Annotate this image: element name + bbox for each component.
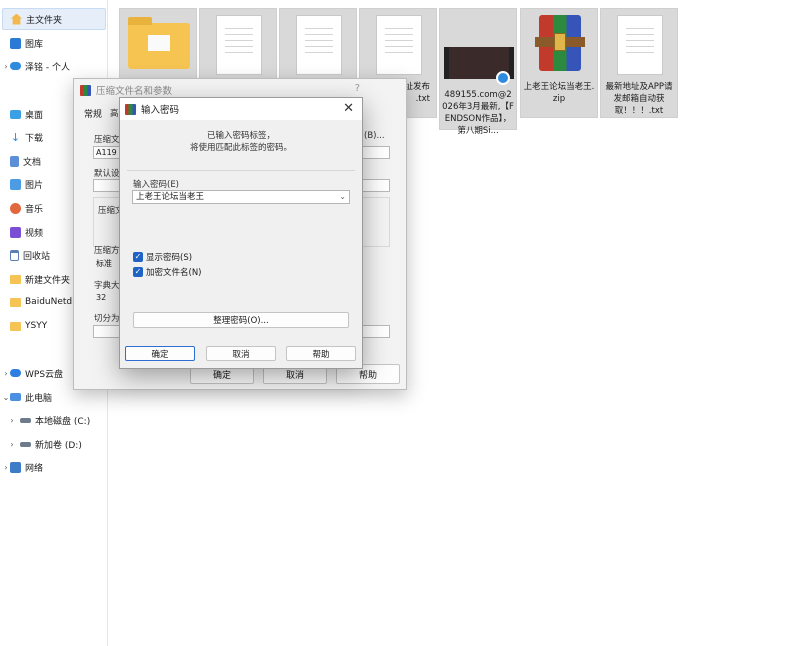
sidebar-item-label: 泽铭 - 个人 <box>25 62 70 73</box>
message-line: 已输入密码标签， <box>206 131 275 141</box>
sidebar-item-recycle-bin[interactable]: 回收站 <box>2 244 50 266</box>
document-icon <box>216 15 262 75</box>
folder-icon <box>128 17 190 69</box>
sidebar-item-label: 主文件夹 <box>26 15 63 26</box>
home-icon <box>11 13 22 25</box>
sidebar-item-music[interactable]: 音乐 <box>2 197 43 219</box>
sidebar-item-gallery[interactable]: 图库 <box>2 32 43 54</box>
enter-password-dialog: 输入密码 ✕ 已输入密码标签， 将使用匹配此标签的密码。 输入密码(E) 上老王… <box>119 97 363 369</box>
tab-general[interactable]: 常规 <box>84 107 102 120</box>
document-icon <box>617 15 663 75</box>
file-name: 最新地址及APP请发邮箱自动获取！！！.txt <box>605 82 673 116</box>
close-icon[interactable]: ✕ <box>343 101 354 117</box>
videos-icon <box>10 226 21 238</box>
winrar-icon <box>80 84 91 96</box>
sidebar-item-home[interactable]: 主文件夹 <box>2 8 106 30</box>
sidebar-item-documents[interactable]: 文档 <box>2 150 41 172</box>
checkbox-checked-icon[interactable]: ✓ <box>133 267 143 277</box>
sidebar-item-drive-c[interactable]: › 本地磁盘 (C:) <box>8 409 90 431</box>
help-button[interactable]: 帮助 <box>286 346 356 361</box>
chevron-right-icon[interactable]: › <box>8 416 16 425</box>
sidebar-item-label: 视频 <box>25 228 44 239</box>
drive-icon <box>20 441 31 447</box>
sidebar-item-label: 新建文件夹 <box>25 275 71 286</box>
sidebar-item-label: WPS云盘 <box>25 369 64 380</box>
sidebar-item-label: 音乐 <box>25 204 44 215</box>
document-icon <box>296 15 342 75</box>
encrypt-filenames-checkbox[interactable]: ✓ 加密文件名(N) <box>133 266 202 278</box>
chevron-right-icon[interactable]: › <box>2 62 10 71</box>
sidebar-item-label: 回收站 <box>23 251 51 262</box>
file-item-archive[interactable]: 上老王论坛当老王.zip <box>520 8 598 118</box>
cancel-button[interactable]: 取消 <box>206 346 276 361</box>
organize-passwords-button[interactable]: 整理密码(O)... <box>133 312 349 328</box>
sidebar-item-downloads[interactable]: ↓ 下载 <box>2 126 43 148</box>
sidebar-item-label: 图库 <box>25 39 44 50</box>
sidebar-item-label: YSYY <box>25 321 48 331</box>
gallery-icon <box>10 37 21 49</box>
sidebar-item-label: 网络 <box>25 463 44 474</box>
sidebar-item-wps-cloud[interactable]: › WPS云盘 <box>2 362 63 384</box>
sidebar-item-drive-d[interactable]: › 新加卷 (D:) <box>8 433 82 455</box>
dialog-title: 压缩文件名和参数 <box>96 86 173 97</box>
chevron-down-icon[interactable]: ⌄ <box>2 393 10 402</box>
download-icon: ↓ <box>10 130 21 144</box>
browse-button[interactable]: (B)... <box>364 131 385 141</box>
sidebar-item-label: 桌面 <box>25 110 44 121</box>
winrar-icon <box>125 103 136 115</box>
ok-button[interactable]: 确定 <box>125 346 195 361</box>
sidebar-item-pictures[interactable]: 图片 <box>2 173 43 195</box>
help-icon[interactable]: ? <box>355 83 360 94</box>
file-name: 上老王论坛当老王.zip <box>523 82 595 104</box>
checkbox-label: 显示密码(S) <box>146 253 193 263</box>
chevron-right-icon[interactable]: › <box>2 369 10 378</box>
password-message: 已输入密码标签， 将使用匹配此标签的密码。 <box>120 130 362 154</box>
chevron-right-icon[interactable]: › <box>8 440 16 449</box>
sidebar-item-label: 图片 <box>25 180 44 191</box>
message-line: 将使用匹配此标签的密码。 <box>189 143 292 153</box>
dialog-titlebar: 输入密码 <box>120 98 362 120</box>
tab-advanced[interactable]: 高 <box>110 107 119 119</box>
sidebar-item-onedrive[interactable]: › 泽铭 - 个人 <box>2 55 70 77</box>
sidebar-item-label: 文档 <box>23 157 42 168</box>
checkbox-checked-icon[interactable]: ✓ <box>133 252 143 262</box>
dialog-title: 输入密码 <box>141 105 180 116</box>
documents-icon <box>10 155 19 167</box>
checkbox-label: 加密文件名(N) <box>146 268 202 278</box>
password-input[interactable]: 上老王论坛当老王 ⌄ <box>132 190 350 204</box>
sidebar-item-label: 下载 <box>25 133 44 144</box>
show-password-checkbox[interactable]: ✓ 显示密码(S) <box>133 251 192 263</box>
pictures-icon <box>10 178 21 190</box>
sidebar-item-label: 此电脑 <box>25 393 53 404</box>
sidebar-item-network[interactable]: › 网络 <box>2 456 43 478</box>
drive-icon <box>20 417 31 423</box>
sidebar-item-label: 新加卷 (D:) <box>35 440 82 451</box>
file-item-document[interactable]: 最新地址及APP请发邮箱自动获取！！！.txt <box>600 8 678 118</box>
document-icon <box>376 15 422 75</box>
password-value: 上老王论坛当老王 <box>136 192 205 202</box>
recycle-bin-icon <box>10 249 19 261</box>
sync-icon <box>496 71 510 85</box>
folder-icon <box>10 274 21 284</box>
file-name: 489155.com@2026年3月最新,【FENDSON作品】，第八期Si..… <box>442 90 514 136</box>
sidebar-item-label: 本地磁盘 (C:) <box>35 416 91 427</box>
folder-icon <box>10 321 21 331</box>
wps-cloud-icon <box>10 369 21 377</box>
chevron-down-icon[interactable]: ⌄ <box>339 191 346 203</box>
file-item-video[interactable]: 489155.com@2026年3月最新,【FENDSON作品】，第八期Si..… <box>439 8 517 136</box>
desktop-icon <box>10 109 21 119</box>
sidebar-item-desktop[interactable]: 桌面 <box>2 103 43 125</box>
this-pc-icon <box>10 393 21 401</box>
network-icon <box>10 461 21 473</box>
onedrive-cloud-icon <box>10 62 21 70</box>
sidebar-item-this-pc[interactable]: ⌄ 此电脑 <box>2 386 52 408</box>
sidebar-item-videos[interactable]: 视频 <box>2 221 43 243</box>
music-icon <box>10 202 21 214</box>
sidebar-item-new-folder[interactable]: 新建文件夹 <box>2 268 70 290</box>
chevron-right-icon[interactable]: › <box>2 463 10 472</box>
folder-icon <box>10 297 21 307</box>
sidebar-item-ysyy[interactable]: YSYY <box>2 315 47 337</box>
password-input-label: 输入密码(E) <box>133 180 180 190</box>
